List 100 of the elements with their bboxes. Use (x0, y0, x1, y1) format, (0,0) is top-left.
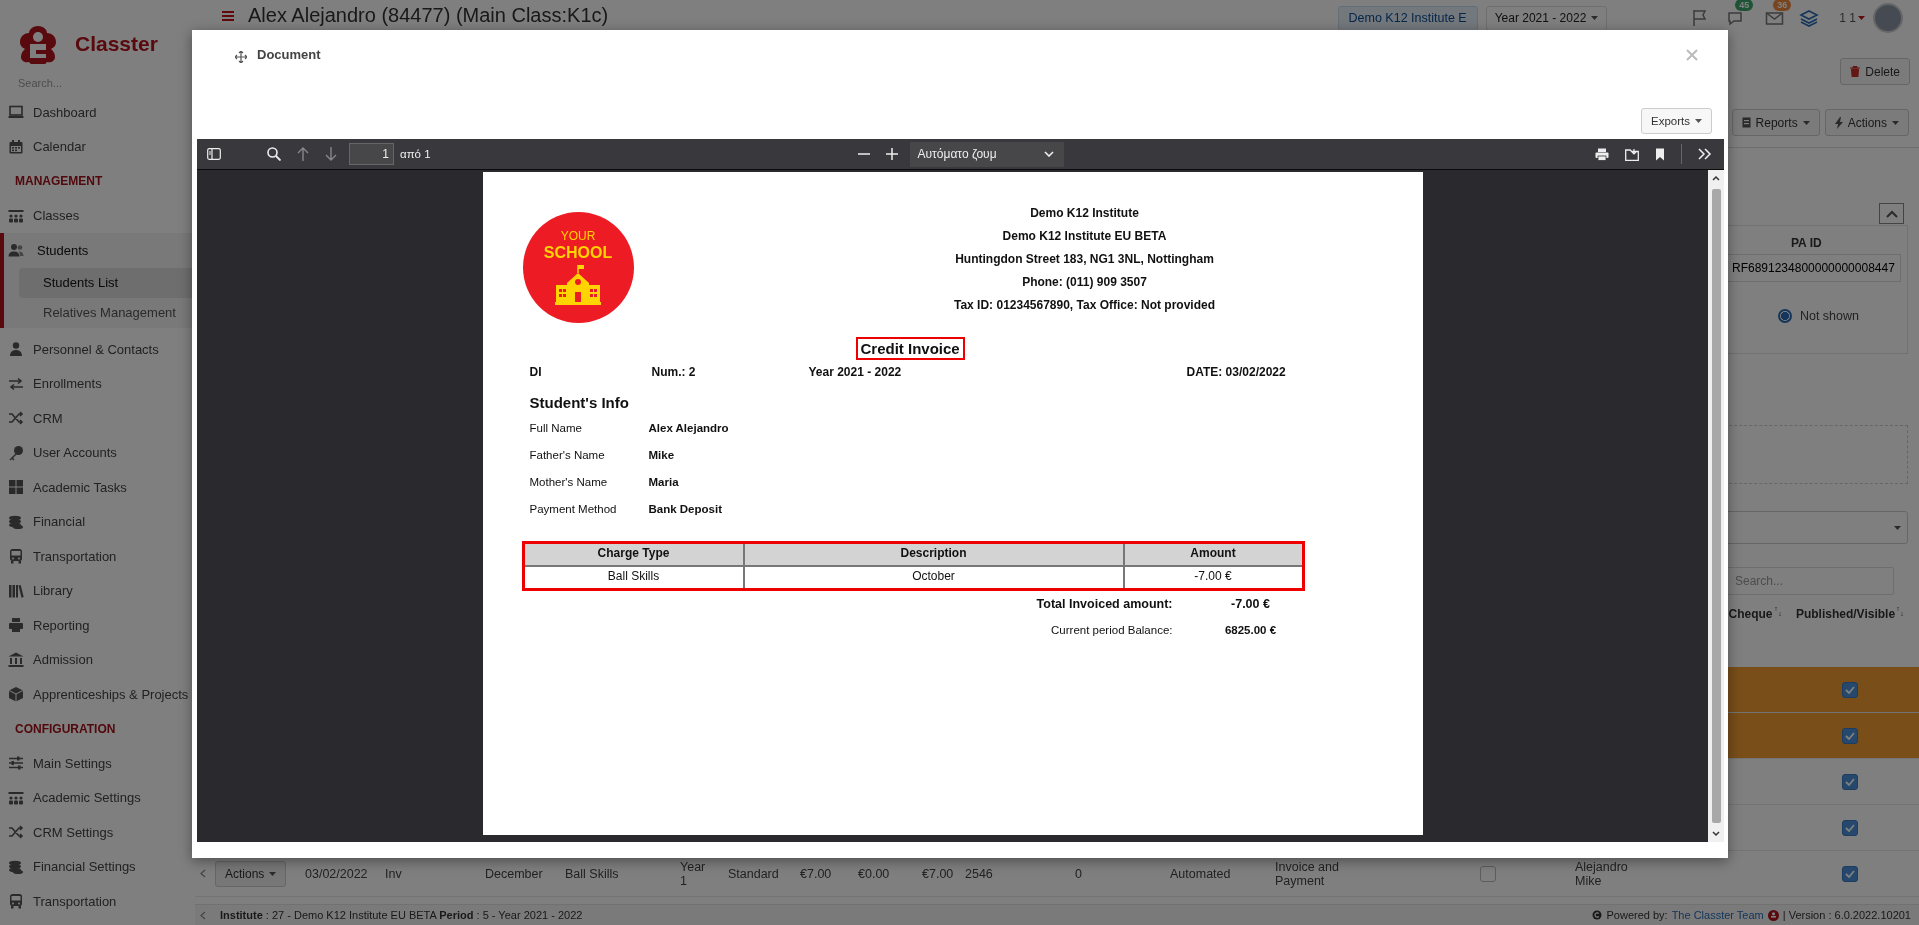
nav-item[interactable]: Reporting (0, 608, 195, 643)
checkbox[interactable] (1479, 865, 1496, 882)
avatar[interactable] (1873, 3, 1903, 33)
arrow-down-icon[interactable] (325, 147, 337, 161)
pa-id-field[interactable]: RF6891234800000000008447 (1727, 254, 1901, 282)
shuffle-icon (8, 824, 24, 841)
nav-item[interactable]: Main Settings (0, 746, 195, 781)
delete-button[interactable]: Delete (1840, 58, 1910, 85)
table-cell: Ball Skills (565, 866, 619, 881)
checkbox[interactable] (1842, 727, 1858, 744)
footer-link[interactable]: The Classter Team (1671, 909, 1764, 921)
caret-icon (1802, 120, 1810, 125)
scroll-down-icon[interactable] (1712, 831, 1720, 837)
chevron-icon[interactable] (200, 910, 206, 920)
stack-icon[interactable] (1799, 9, 1820, 27)
nav-item[interactable]: Admission (0, 642, 195, 677)
document-icon (1741, 117, 1751, 128)
column-header[interactable]: Published/Visible (1795, 607, 1896, 621)
nav-item[interactable]: Financial (0, 504, 195, 539)
bolt-icon (1834, 116, 1843, 129)
company-info: Huntingdon Street 183, NG1 3NL, Nottingham (954, 251, 1215, 268)
sliders-icon (8, 755, 24, 772)
search-icon[interactable] (267, 147, 281, 161)
cube-icon (8, 686, 24, 703)
radio-button[interactable] (1777, 309, 1792, 323)
key-icon (8, 444, 24, 461)
year-select[interactable]: Year 2021 - 2022 (1485, 5, 1608, 31)
section-heading: Student's Info (528, 394, 630, 413)
arrows-icon (8, 375, 24, 392)
section-heading: CONFIGURATION (14, 720, 117, 738)
nav-item[interactable]: CRM (0, 401, 195, 436)
school-building-icon (555, 265, 601, 305)
footer-text: Powered by: (1606, 909, 1668, 921)
info-value: Mike (648, 448, 676, 461)
close-icon[interactable] (1686, 49, 1698, 61)
checkbox[interactable] (1842, 865, 1858, 882)
nav-item[interactable]: Transportation (0, 539, 195, 574)
table-cell: October (742, 567, 1123, 588)
nav-item[interactable]: Transportation (0, 884, 195, 919)
print-icon[interactable] (1595, 147, 1609, 161)
info-value: Maria (648, 475, 680, 488)
arrow-up-icon[interactable] (297, 147, 309, 161)
nav-item[interactable]: Calendar (0, 129, 195, 164)
folder-icon[interactable] (1625, 147, 1639, 161)
nav-item[interactable]: Apprenticeships & Projects (0, 677, 195, 712)
nav-item[interactable]: Library (0, 573, 195, 608)
caret-icon (1591, 16, 1599, 20)
nav-subitem[interactable]: Relatives Management (19, 297, 195, 328)
caret-icon[interactable] (1858, 16, 1865, 20)
column-header[interactable]: Cheque (1728, 607, 1773, 621)
nav-item[interactable]: CRM Settings (0, 815, 195, 850)
checkbox[interactable] (1842, 819, 1858, 836)
sort-icon[interactable] (1897, 607, 1905, 616)
sort-icon[interactable] (1774, 607, 1782, 616)
checkbox[interactable] (1842, 773, 1858, 790)
menu-icon[interactable] (222, 10, 234, 21)
people-icon (8, 789, 24, 806)
check-icon (1845, 685, 1855, 694)
reports-button[interactable]: Reports (1731, 109, 1820, 136)
notification-badge: 45 (1735, 0, 1754, 11)
zoom-select[interactable]: Αυτόματο ζουμ (909, 141, 1064, 167)
envelope-icon[interactable] (1765, 9, 1786, 27)
collapse-button[interactable] (1879, 203, 1904, 224)
exports-button[interactable]: Exports (1641, 108, 1712, 134)
chevron-icon[interactable] (200, 869, 206, 878)
nav-item[interactable]: Personnel & Contacts (0, 332, 195, 367)
company-info: Phone: (011) 909 3507 (1021, 274, 1148, 291)
nav-item[interactable]: Dashboard (0, 95, 195, 130)
scroll-up-icon[interactable] (1712, 175, 1720, 181)
user-label[interactable]: 1 1 (1839, 11, 1856, 25)
actions-button[interactable]: Actions (215, 860, 287, 887)
table-cell: 03/02/2022 (305, 866, 368, 881)
nav-item[interactable]: User Accounts (0, 435, 195, 470)
total-value: 6825.00 € (1223, 624, 1278, 636)
nav-item[interactable]: Classes (0, 198, 195, 233)
bus-icon (8, 548, 24, 565)
institute-button[interactable]: Demo K12 Institute E (1337, 5, 1478, 31)
move-icon[interactable] (235, 51, 247, 63)
zoom-in-icon[interactable] (885, 148, 898, 160)
nav-item[interactable]: Enrollments (0, 366, 195, 401)
trash-icon (1850, 66, 1861, 77)
page-number-field[interactable]: 1 (349, 143, 394, 165)
nav-item[interactable]: Academic Tasks (0, 470, 195, 505)
actions-button[interactable]: Actions (1824, 109, 1909, 136)
nav-subitem[interactable]: Students List (19, 267, 195, 298)
nav-item[interactable]: Academic Settings (0, 780, 195, 815)
total-value: -7.00 € (1230, 597, 1271, 611)
logo-text: YOUR (560, 230, 596, 243)
nav-item[interactable]: Students (4, 233, 195, 268)
logo-text: Classter (75, 32, 158, 56)
caret-icon (269, 871, 277, 876)
scrollbar[interactable] (1708, 170, 1724, 842)
grid-icon (8, 479, 24, 496)
bookmark-icon[interactable] (1655, 147, 1665, 161)
sidebar-toggle-icon[interactable] (207, 148, 221, 160)
nav-item[interactable]: Financial Settings (0, 849, 195, 884)
double-chevron-icon[interactable] (1698, 148, 1712, 160)
company-info: Demo K12 Institute EU BETA (1001, 228, 1168, 245)
document-type: DI (529, 365, 543, 381)
checkbox[interactable] (1842, 681, 1858, 698)
